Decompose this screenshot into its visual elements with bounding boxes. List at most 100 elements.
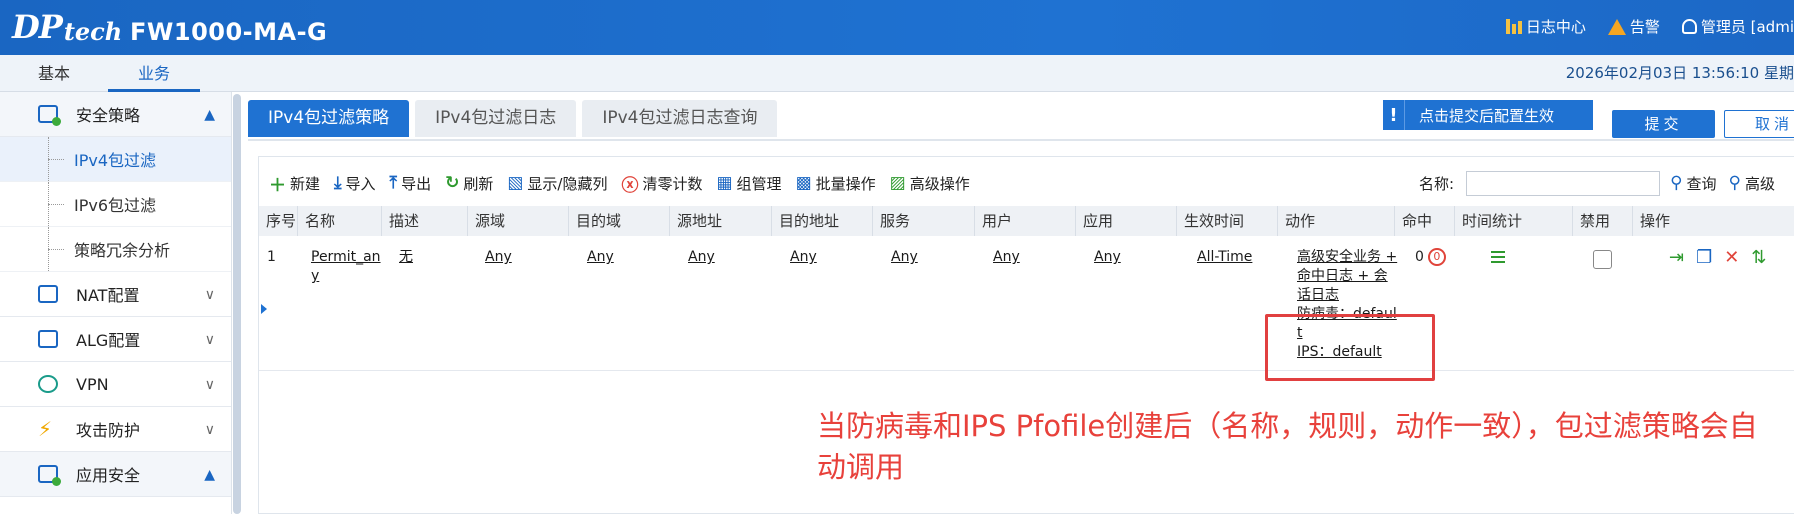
columns-icon: ▧	[507, 173, 524, 193]
col-hits[interactable]: 命中	[1394, 206, 1454, 236]
cell-name-link[interactable]: Permit_an y	[311, 248, 381, 286]
col-disable[interactable]: 禁用	[1572, 206, 1632, 236]
log-chart-icon	[1505, 19, 1522, 34]
cell-src-zone-link[interactable]: Any	[485, 248, 512, 267]
cancel-button[interactable]: 取消	[1724, 110, 1794, 138]
col-effective-time[interactable]: 生效时间	[1176, 206, 1277, 236]
toolbar: ＋新建 ⤓ 导入 ⤒ 导出 ↻ 刷新 ▧ 显示/隐藏列 ⓧ 清零计数 ▦ 组管理 ▩ 批量操作…	[269, 167, 970, 199]
grid-icon: ▦	[716, 173, 733, 193]
col-dst-zone[interactable]: 目的域	[568, 206, 669, 236]
advanced-icon: ▨	[889, 173, 906, 193]
cell-app-link[interactable]: Any	[1094, 248, 1121, 267]
plus-icon: ＋	[269, 175, 286, 196]
lightning-icon: ⚡	[38, 417, 53, 441]
delete-icon[interactable]: ✕	[1724, 248, 1739, 267]
chevron-up-icon: ▲	[204, 467, 215, 483]
group-management-button[interactable]: ▦ 组管理	[716, 173, 781, 194]
log-center-link[interactable]: 日志中心	[1505, 16, 1586, 37]
sidebar-section-security-policy[interactable]: 安全策略 ▲	[0, 92, 231, 137]
refresh-button[interactable]: ↻ 刷新	[445, 173, 493, 194]
warning-icon	[1607, 18, 1626, 35]
nav-tab-business[interactable]: 业务	[108, 55, 200, 92]
advanced-search-button[interactable]: ⚲ 高级	[1729, 173, 1775, 194]
chevron-down-icon: ∨	[204, 332, 215, 348]
cell-dst-zone-link[interactable]: Any	[587, 248, 614, 267]
col-name[interactable]: 名称	[297, 206, 381, 236]
search-icon: ⚲	[1670, 173, 1683, 193]
tab-ipv4-filter-policy[interactable]: IPv4包过滤策略	[248, 100, 410, 137]
sidebar-item-ipv6-filter[interactable]: IPv6包过滤	[0, 182, 231, 227]
list-icon[interactable]	[1487, 248, 1505, 266]
move-icon[interactable]: ⇥	[1669, 248, 1684, 267]
col-operations[interactable]: 操作	[1632, 206, 1794, 236]
system-datetime: 2026年02月03日 13:56:10 星期	[1565, 64, 1794, 82]
col-src-addr[interactable]: 源地址	[669, 206, 771, 236]
zoom-search-icon: ⚲	[1728, 173, 1741, 193]
export-button[interactable]: ⤒ 导出	[390, 173, 432, 194]
col-src-zone[interactable]: 源域	[467, 206, 568, 236]
advanced-operation-button[interactable]: ▨ 高级操作	[890, 173, 970, 194]
col-app[interactable]: 应用	[1075, 206, 1176, 236]
admin-menu[interactable]: 管理员 [admi	[1681, 16, 1794, 37]
col-user[interactable]: 用户	[974, 206, 1075, 236]
col-service[interactable]: 服务	[872, 206, 974, 236]
name-search-input[interactable]	[1466, 170, 1661, 196]
cell-user-link[interactable]: Any	[993, 248, 1020, 267]
exclamation-icon: !	[1383, 100, 1405, 130]
nat-icon	[38, 285, 58, 303]
sidebar-section-nat[interactable]: NAT配置 ∨	[0, 272, 231, 317]
batch-operation-button[interactable]: ▩ 批量操作	[796, 173, 876, 194]
col-dst-addr[interactable]: 目的地址	[771, 206, 872, 236]
import-button[interactable]: ⤓ 导入	[334, 173, 376, 194]
nav-bar: 基本 业务 2026年02月03日 13:56:10 星期	[0, 55, 1794, 92]
nav-tab-basic[interactable]: 基本	[0, 55, 108, 92]
search-label: 名称:	[1419, 174, 1455, 193]
submit-notice: ! 点击提交后配置生效	[1383, 100, 1593, 130]
alg-icon	[38, 330, 58, 348]
sidebar-section-vpn[interactable]: VPN ∨	[0, 362, 231, 407]
sidebar-section-app-security[interactable]: 应用安全 ▲	[0, 452, 231, 497]
cell-src-addr-link[interactable]: Any	[688, 248, 715, 267]
sidebar-scrollbar[interactable]	[233, 94, 241, 514]
new-button[interactable]: ＋新建	[269, 171, 320, 196]
cell-hits: 00	[1415, 248, 1446, 267]
sidebar-item-policy-redundancy[interactable]: 策略冗余分析	[0, 227, 231, 272]
top-header: DP tech FW1000-MA-G 日志中心 告警 管理员 [admi	[0, 0, 1794, 55]
tab-ipv4-filter-log[interactable]: IPv4包过滤日志	[415, 100, 577, 137]
cell-time-link[interactable]: All-Time	[1197, 248, 1252, 267]
chevron-down-icon: ∨	[204, 377, 215, 393]
sidebar-section-alg[interactable]: ALG配置 ∨	[0, 317, 231, 362]
submit-button[interactable]: 提交	[1612, 110, 1715, 138]
col-action[interactable]: 动作	[1277, 206, 1394, 236]
chevron-up-icon: ▲	[204, 107, 215, 123]
cell-disable	[1593, 250, 1612, 269]
sort-icon[interactable]: ⇅	[1751, 248, 1766, 267]
security-policy-icon	[38, 105, 61, 126]
alarm-link[interactable]: 告警	[1607, 16, 1660, 37]
dptech-logo: DP tech	[12, 8, 123, 46]
cell-service-link[interactable]: Any	[891, 248, 918, 267]
sidebar-section-attack-defense[interactable]: ⚡ 攻击防护 ∨	[0, 407, 231, 452]
show-hide-columns-button[interactable]: ▧ 显示/隐藏列	[507, 173, 607, 194]
expand-arrow-icon[interactable]	[261, 304, 267, 314]
col-desc[interactable]: 描述	[381, 206, 467, 236]
chevron-down-icon: ∨	[204, 287, 215, 303]
cell-dst-addr-link[interactable]: Any	[790, 248, 817, 267]
clear-hit-icon[interactable]: 0	[1427, 248, 1446, 266]
chevron-down-icon: ∨	[204, 422, 215, 438]
col-index[interactable]: 序号	[259, 206, 297, 236]
tab-divider	[248, 139, 1794, 141]
sidebar-item-ipv4-filter[interactable]: IPv4包过滤	[0, 137, 231, 182]
query-button[interactable]: ⚲ 查询	[1670, 173, 1716, 194]
device-model: FW1000-MA-G	[130, 18, 328, 46]
import-icon: ⤓	[334, 173, 342, 193]
cell-desc-link[interactable]: 无	[399, 248, 413, 267]
copy-icon[interactable]: ❐	[1696, 248, 1712, 267]
search-bar: 名称: ⚲ 查询 ⚲ 高级	[1419, 167, 1787, 199]
sidebar: 安全策略 ▲ IPv4包过滤 IPv6包过滤 策略冗余分析 NAT配置 ∨ AL…	[0, 92, 232, 514]
clear-count-button[interactable]: ⓧ 清零计数	[621, 171, 702, 196]
tab-ipv4-filter-log-query[interactable]: IPv4包过滤日志查询	[582, 100, 778, 137]
col-time-stats[interactable]: 时间统计	[1454, 206, 1572, 236]
reset-counter-icon: ⓧ	[621, 175, 639, 196]
disable-checkbox[interactable]	[1593, 250, 1612, 269]
